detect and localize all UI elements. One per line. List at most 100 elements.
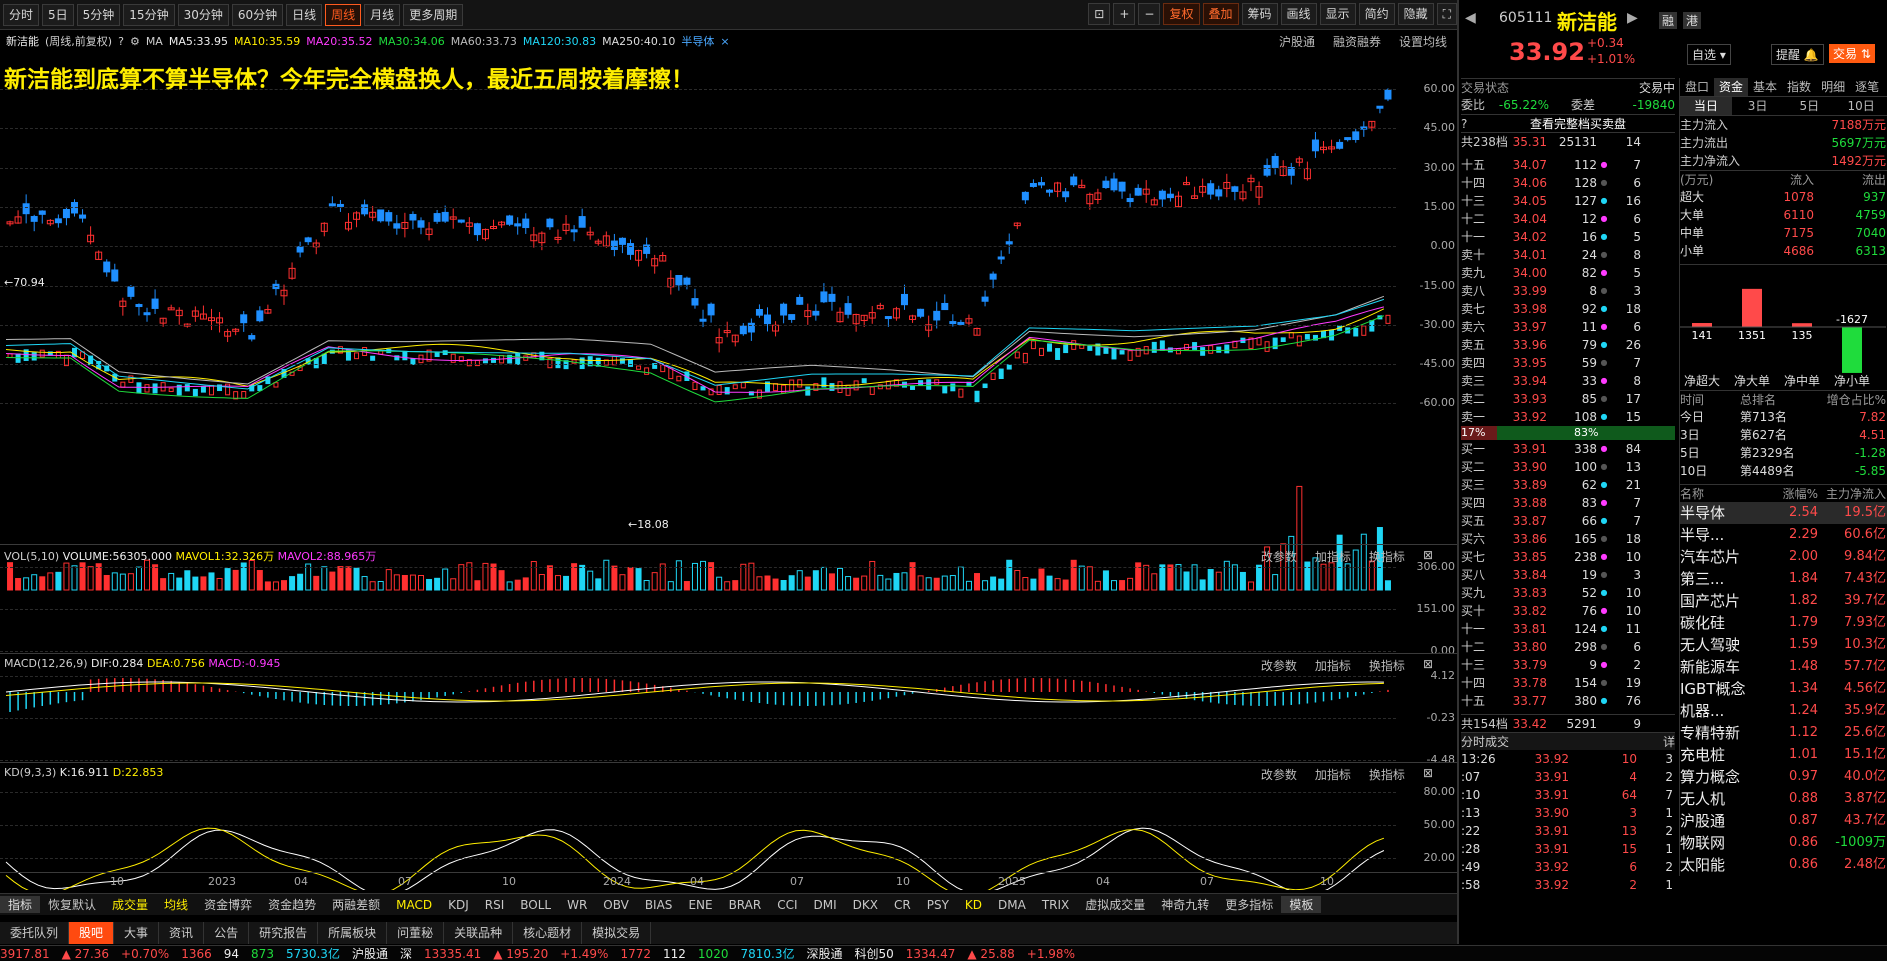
sell-level-row[interactable]: 卖三 33.94 33 ● 8 [1461, 372, 1675, 390]
overlay-button[interactable]: 叠加 [1202, 3, 1239, 25]
indicator-tab-10[interactable]: BOLL [512, 898, 559, 912]
indicator-tab-4[interactable]: 资金博弈 [196, 896, 260, 913]
fund-tab-0[interactable]: 盘口 [1680, 78, 1714, 96]
vol-add-indicator[interactable]: 加指标 [1315, 548, 1351, 565]
period-3[interactable]: 15分钟 [123, 3, 175, 26]
buy-level-row[interactable]: 买九 33.83 52 ● 10 [1461, 584, 1675, 602]
buy-level-row[interactable]: 十一 33.81 124 ● 11 [1461, 620, 1675, 638]
fund-tab-2[interactable]: 基本 [1748, 78, 1782, 96]
indicator-tab-1[interactable]: 恢复默认 [40, 896, 104, 913]
bottom-tab-7[interactable]: 问董秘 [387, 922, 445, 944]
draw-line-button[interactable]: 画线 [1280, 3, 1317, 25]
period-2[interactable]: 5分钟 [76, 3, 121, 26]
bottom-tab-5[interactable]: 研究报告 [249, 922, 319, 944]
kd-close-icon[interactable]: ⊠ [1423, 766, 1433, 783]
fund-tab-4[interactable]: 明细 [1816, 78, 1850, 96]
sector-row[interactable]: 算力概念 0.97 40.0亿 [1680, 766, 1887, 788]
sell-level-row[interactable]: 卖七 33.98 92 ● 18 [1461, 300, 1675, 318]
settings-gear-icon[interactable]: ⚙ [130, 35, 140, 48]
fuquan-button[interactable]: 复权 [1163, 3, 1200, 25]
buy-level-row[interactable]: 十三 33.79 9 ● 2 [1461, 656, 1675, 674]
period-tab-1[interactable]: 3日 [1732, 97, 1784, 115]
bottom-tab-8[interactable]: 关联品种 [444, 922, 514, 944]
period-0[interactable]: 分时 [3, 3, 40, 26]
indicator-tab-13[interactable]: BIAS [637, 898, 681, 912]
buy-level-row[interactable]: 买七 33.85 238 ● 10 [1461, 548, 1675, 566]
indicator-tab-2[interactable]: 成交量 [104, 896, 156, 913]
close-icon[interactable]: × [720, 35, 729, 48]
sector-row[interactable]: 物联网 0.86 -1009万 [1680, 832, 1887, 854]
indicator-tab-11[interactable]: WR [559, 898, 595, 912]
period-6[interactable]: 日线 [286, 3, 323, 26]
sell-level-row[interactable]: 卖四 33.95 59 ● 7 [1461, 354, 1675, 372]
indicator-tab-22[interactable]: DMA [990, 898, 1034, 912]
indicator-tab-17[interactable]: DMI [806, 898, 845, 912]
indicator-tab-18[interactable]: DKX [845, 898, 886, 912]
bottom-tab-10[interactable]: 模拟交易 [582, 922, 652, 944]
buy-level-row[interactable]: 买六 33.86 165 ● 18 [1461, 530, 1675, 548]
sector-row[interactable]: 国产芯片 1.82 39.7亿 [1680, 590, 1887, 612]
sell-level-row[interactable]: 卖二 33.93 85 ● 17 [1461, 390, 1675, 408]
indicator-tab-6[interactable]: 两融差额 [324, 896, 388, 913]
sector-row[interactable]: 汽车芯片 2.00 9.84亿 [1680, 546, 1887, 568]
sector-row[interactable]: 半导... 2.29 60.6亿 [1680, 524, 1887, 546]
sh-index[interactable]: 3917.81 [0, 947, 50, 961]
sell-level-row[interactable]: 十三 34.05 127 ● 16 [1461, 192, 1675, 210]
sector-row[interactable]: 半导体 2.54 19.5亿 [1680, 502, 1887, 524]
sell-level-row[interactable]: 卖五 33.96 79 ● 26 [1461, 336, 1675, 354]
indicator-tab-25[interactable]: 神奇九转 [1153, 896, 1217, 913]
vol-swap-indicator[interactable]: 换指标 [1369, 548, 1405, 565]
period-5[interactable]: 60分钟 [231, 3, 284, 26]
sector-row[interactable]: 太阳能 0.86 2.48亿 [1680, 854, 1887, 876]
indicator-tab-3[interactable]: 均线 [156, 896, 196, 913]
indicator-tab-24[interactable]: 虚拟成交量 [1077, 896, 1153, 913]
indicator-tab-26[interactable]: 更多指标 [1217, 896, 1281, 913]
period-1[interactable]: 5日 [42, 3, 74, 26]
period-9[interactable]: 更多周期 [403, 3, 464, 26]
sector-row[interactable]: 碳化硅 1.79 7.93亿 [1680, 612, 1887, 634]
hide-button[interactable]: 隐藏 [1397, 3, 1434, 25]
sz-index[interactable]: 13335.41 [424, 947, 481, 961]
sell-level-row[interactable]: 卖十 34.01 24 ● 8 [1461, 246, 1675, 264]
fullscreen-icon[interactable]: ⛶ [1436, 3, 1457, 25]
bottom-tab-3[interactable]: 资讯 [159, 922, 205, 944]
buy-level-row[interactable]: 买一 33.91 338 ● 84 [1461, 440, 1675, 458]
sector-row[interactable]: 第三... 1.84 7.43亿 [1680, 568, 1887, 590]
indicator-tab-23[interactable]: TRIX [1034, 898, 1077, 912]
indicator-tab-5[interactable]: 资金趋势 [260, 896, 324, 913]
indicator-tab-8[interactable]: KDJ [440, 898, 477, 912]
fund-tab-1[interactable]: 资金 [1714, 78, 1749, 96]
fund-tab-3[interactable]: 指数 [1782, 78, 1816, 96]
sgt-label[interactable]: 深股通 [806, 946, 842, 961]
buy-level-row[interactable]: 十四 33.78 154 ● 19 [1461, 674, 1675, 692]
next-stock-icon[interactable]: ▶ [1627, 10, 1638, 26]
indicator-tab-19[interactable]: CR [886, 898, 919, 912]
sell-level-row[interactable]: 十五 34.07 112 ● 7 [1461, 156, 1675, 174]
vol-edit-params[interactable]: 改参数 [1261, 548, 1297, 565]
buy-level-row[interactable]: 买四 33.88 83 ● 7 [1461, 494, 1675, 512]
bottom-tab-1[interactable]: 股吧 [69, 922, 115, 944]
chips-button[interactable]: 筹码 [1241, 3, 1278, 25]
alert-button[interactable]: 提醒 🔔 [1771, 44, 1824, 65]
hgt-label[interactable]: 沪股通 [352, 946, 388, 961]
sell-level-row[interactable]: 十二 34.04 12 ● 6 [1461, 210, 1675, 228]
indicator-tab-20[interactable]: PSY [919, 898, 957, 912]
indicator-tab-14[interactable]: ENE [680, 898, 720, 912]
kd-add-indicator[interactable]: 加指标 [1315, 766, 1351, 783]
concept-link[interactable]: 半导体 [681, 33, 714, 49]
bottom-tab-4[interactable]: 公告 [204, 922, 250, 944]
indicator-tab-9[interactable]: RSI [477, 898, 513, 912]
indicator-tab-15[interactable]: BRAR [721, 898, 770, 912]
indicator-tab-21[interactable]: KD [957, 898, 990, 912]
kline-chart[interactable] [0, 52, 1457, 890]
bottom-tab-0[interactable]: 委托队列 [0, 922, 70, 944]
bottom-tab-6[interactable]: 所属板块 [318, 922, 388, 944]
buy-level-row[interactable]: 十五 33.77 380 ● 76 [1461, 692, 1675, 710]
link-margin[interactable]: 融资融券 [1333, 33, 1381, 50]
indicator-tab-27[interactable]: 模板 [1281, 896, 1322, 913]
buy-level-row[interactable]: 买五 33.87 66 ● 7 [1461, 512, 1675, 530]
sell-level-row[interactable]: 十四 34.06 128 ● 6 [1461, 174, 1675, 192]
period-tab-2[interactable]: 5日 [1784, 97, 1836, 115]
help-icon[interactable]: ? [1461, 115, 1481, 132]
indicator-tab-12[interactable]: OBV [595, 898, 637, 912]
